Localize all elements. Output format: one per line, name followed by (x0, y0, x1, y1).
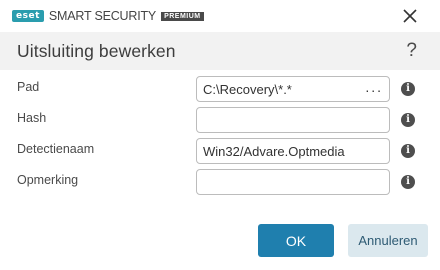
browse-button[interactable]: ... (365, 79, 383, 95)
ok-button[interactable]: OK (258, 224, 334, 257)
path-value: C:\Recovery\*.* (203, 82, 292, 97)
product-name: SMART SECURITY (48, 9, 157, 23)
eset-logo-badge: eset (12, 10, 44, 22)
info-icon[interactable]: i (401, 113, 415, 127)
field-row-hash: Hash i (0, 103, 440, 133)
page-title: Uitsluiting bewerken (17, 41, 176, 61)
info-icon[interactable]: i (401, 175, 415, 189)
info-icon[interactable]: i (401, 144, 415, 158)
detection-name-input[interactable]: Win32/Advare.Optmedia (196, 138, 390, 164)
detection-name-value: Win32/Advare.Optmedia (203, 144, 345, 159)
comment-input[interactable] (196, 169, 390, 195)
hash-label: Hash (17, 111, 47, 125)
field-row-detection: Detectienaam Win32/Advare.Optmedia i (0, 134, 440, 164)
edition-badge: PREMIUM (161, 11, 204, 21)
path-label: Pad (17, 80, 40, 94)
app-logo: eset SMART SECURITY PREMIUM (12, 9, 204, 23)
detection-name-label: Detectienaam (17, 142, 95, 156)
dialog-footer: OK Annuleren (0, 210, 440, 270)
title-bar: eset SMART SECURITY PREMIUM (0, 0, 440, 32)
field-row-path: Pad C:\Recovery\*.* ... i (0, 72, 440, 102)
info-icon[interactable]: i (401, 82, 415, 96)
field-row-comment: Opmerking i (0, 165, 440, 195)
cancel-button[interactable]: Annuleren (348, 224, 428, 257)
dialog-header: Uitsluiting bewerken ? (0, 32, 440, 70)
close-icon[interactable] (400, 6, 420, 26)
comment-label: Opmerking (17, 173, 79, 187)
hash-input[interactable] (196, 107, 390, 133)
path-input[interactable]: C:\Recovery\*.* ... (196, 76, 390, 102)
help-icon[interactable]: ? (406, 40, 417, 62)
